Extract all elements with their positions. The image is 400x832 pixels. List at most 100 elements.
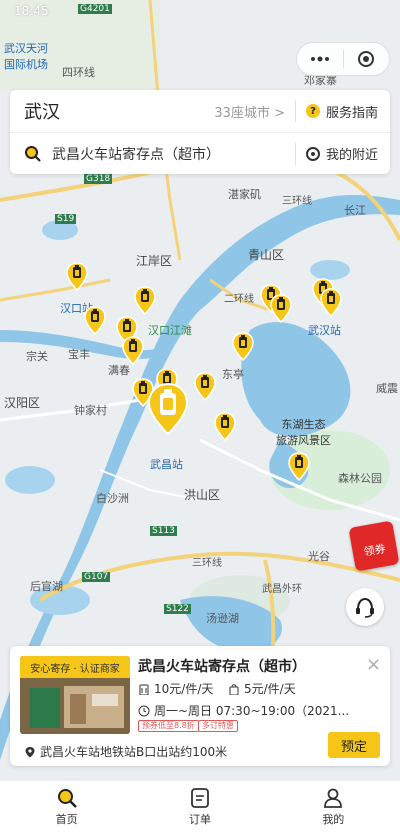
map-label-baofeng: 宝丰 bbox=[68, 348, 90, 361]
search-icon bbox=[25, 145, 41, 162]
storage-marker[interactable] bbox=[270, 294, 292, 324]
close-icon[interactable]: × bbox=[366, 654, 381, 675]
service-guide-button[interactable]: ? 服务指南 bbox=[305, 102, 378, 121]
headset-icon bbox=[356, 597, 374, 618]
map-label-houguanhu: 后官湖 bbox=[30, 580, 63, 593]
storage-marker[interactable] bbox=[134, 286, 156, 316]
storage-marker-icon bbox=[66, 262, 88, 292]
map-label-g318: G318 bbox=[84, 174, 113, 184]
map-label-zhongjiacun: 钟家村 bbox=[74, 404, 107, 417]
map-label-jiangan: 江岸区 bbox=[136, 254, 173, 268]
tab-orders[interactable]: 订单 bbox=[133, 781, 266, 832]
map-label-hanyang: 汉阳区 bbox=[4, 396, 41, 410]
tab-bar: 首页 订单 我的 bbox=[0, 780, 400, 832]
tab-label: 首页 bbox=[55, 812, 78, 826]
storage-marker-icon bbox=[320, 288, 342, 318]
storage-marker-icon bbox=[84, 306, 106, 336]
city-count-link[interactable]: 33座城市 > bbox=[214, 102, 285, 121]
nearby-button[interactable]: 我的附近 bbox=[305, 144, 378, 163]
map-label-donglu: 东亭 bbox=[222, 368, 244, 381]
storage-marker-icon bbox=[122, 336, 144, 366]
target-icon bbox=[358, 51, 375, 67]
more-icon bbox=[310, 56, 329, 62]
location-pin-icon bbox=[25, 746, 35, 757]
search-icon bbox=[57, 788, 77, 808]
map-label-wuchang-station: 武昌站 bbox=[150, 458, 183, 471]
city-name[interactable]: 武汉 bbox=[24, 98, 60, 124]
close-miniapp-button[interactable] bbox=[344, 43, 390, 75]
status-time: 18:45 bbox=[14, 4, 49, 18]
map-label-s122: S122 bbox=[164, 604, 191, 614]
store-image bbox=[20, 678, 130, 734]
more-button[interactable] bbox=[297, 43, 343, 75]
order-icon bbox=[191, 787, 209, 808]
map-label-sanhuan-top: 三环线 bbox=[282, 196, 312, 207]
tab-mine[interactable]: 我的 bbox=[267, 781, 400, 832]
storage-marker[interactable] bbox=[232, 332, 254, 362]
storage-marker[interactable] bbox=[66, 262, 88, 292]
map-label-s19: S19 bbox=[55, 214, 77, 224]
store-card[interactable]: 安心寄存 · 认证商家 武昌火车站寄存点（超市） × 10元/件/天 5元/件/… bbox=[10, 646, 390, 766]
service-guide-label: 服务指南 bbox=[325, 105, 378, 121]
clock-icon bbox=[138, 705, 150, 716]
hours-text: 周一~周日 07:30~19:00（2021... bbox=[154, 704, 350, 718]
address-text: 武昌火车站地铁站B口出站约100米 bbox=[40, 745, 228, 759]
map-label-airport: 武汉天河 国际机场 bbox=[4, 42, 48, 71]
nearby-label: 我的附近 bbox=[325, 148, 378, 163]
discount-tag: 多订特惠 bbox=[198, 720, 238, 732]
search-input[interactable]: 武昌火车站寄存点（超市） bbox=[52, 144, 220, 164]
tab-home[interactable]: 首页 bbox=[0, 781, 133, 832]
map-label-hankou-jiangtan: 汉口江滩 bbox=[148, 324, 192, 337]
map-label-zongguan: 宗关 bbox=[26, 350, 48, 363]
coupon-label: 领券 bbox=[362, 542, 387, 559]
map-label-qingshan: 青山区 bbox=[248, 248, 285, 262]
storage-marker[interactable] bbox=[214, 412, 236, 442]
map-label-senlin: 森林公园 bbox=[338, 472, 382, 485]
storage-marker[interactable] bbox=[84, 306, 106, 336]
map-label-g107: G107 bbox=[82, 572, 111, 582]
divider bbox=[294, 100, 296, 122]
price-large-text: 10元/件/天 bbox=[154, 682, 214, 696]
map-label-g4201: G4201 bbox=[78, 4, 112, 14]
map-label-erhuan: 二环线 bbox=[224, 294, 254, 305]
selected-storage-marker[interactable] bbox=[147, 382, 189, 440]
storage-marker-icon bbox=[194, 372, 216, 402]
search-card: 武汉 33座城市 > ? 服务指南 武昌火车站寄存点（超市） 我的附近 bbox=[10, 90, 390, 174]
map-label-zhanjiaji: 湛家矶 bbox=[228, 188, 261, 201]
customer-service-button[interactable] bbox=[346, 588, 384, 626]
coupon-button[interactable]: 领券 bbox=[348, 520, 400, 572]
map-label-guanggu: 光谷 bbox=[308, 550, 330, 563]
map-label-changjiang: 长江 bbox=[344, 204, 366, 217]
map-label-s113: S113 bbox=[150, 526, 177, 536]
storage-marker[interactable] bbox=[320, 288, 342, 318]
map-label-hongshan: 洪山区 bbox=[184, 488, 221, 502]
price-small-text: 5元/件/天 bbox=[244, 682, 296, 696]
storage-marker-icon bbox=[134, 286, 156, 316]
price-small: 5元/件/天 bbox=[228, 680, 296, 697]
discount-tag: 预券低至8.8折 bbox=[138, 720, 199, 732]
store-address: 武昌火车站地铁站B口出站约100米 bbox=[24, 743, 227, 760]
map-label-sanhuan-bottom: 三环线 bbox=[192, 558, 222, 569]
user-icon bbox=[324, 788, 343, 808]
book-button[interactable]: 预定 bbox=[328, 732, 380, 758]
map-label-baishazhou: 白沙洲 bbox=[96, 492, 129, 505]
map-label-wuhan-station: 武汉站 bbox=[308, 324, 341, 337]
question-icon: ? bbox=[305, 104, 320, 118]
tab-label: 订单 bbox=[188, 812, 211, 826]
luggage-large-icon bbox=[139, 684, 149, 695]
storage-marker[interactable] bbox=[288, 452, 310, 482]
map-label-sihuan: 四环线 bbox=[62, 66, 95, 79]
map-label-donghu: 东湖生态 旅游风景区 bbox=[276, 418, 331, 447]
storage-marker-icon bbox=[270, 294, 292, 324]
store-photo: 安心寄存 · 认证商家 bbox=[20, 656, 130, 734]
storage-marker[interactable] bbox=[122, 336, 144, 366]
store-name: 武昌火车站寄存点（超市） bbox=[138, 659, 306, 675]
storage-marker-icon bbox=[214, 412, 236, 442]
miniapp-capsule bbox=[296, 42, 390, 76]
tab-label: 我的 bbox=[322, 812, 345, 826]
map-label-weiyuan: 威震 bbox=[376, 382, 398, 395]
storage-marker[interactable] bbox=[194, 372, 216, 402]
locate-icon bbox=[305, 146, 320, 161]
map-label-tangxunhu: 汤逊湖 bbox=[206, 612, 239, 625]
opening-hours: 周一~周日 07:30~19:00（2021... bbox=[138, 702, 349, 719]
